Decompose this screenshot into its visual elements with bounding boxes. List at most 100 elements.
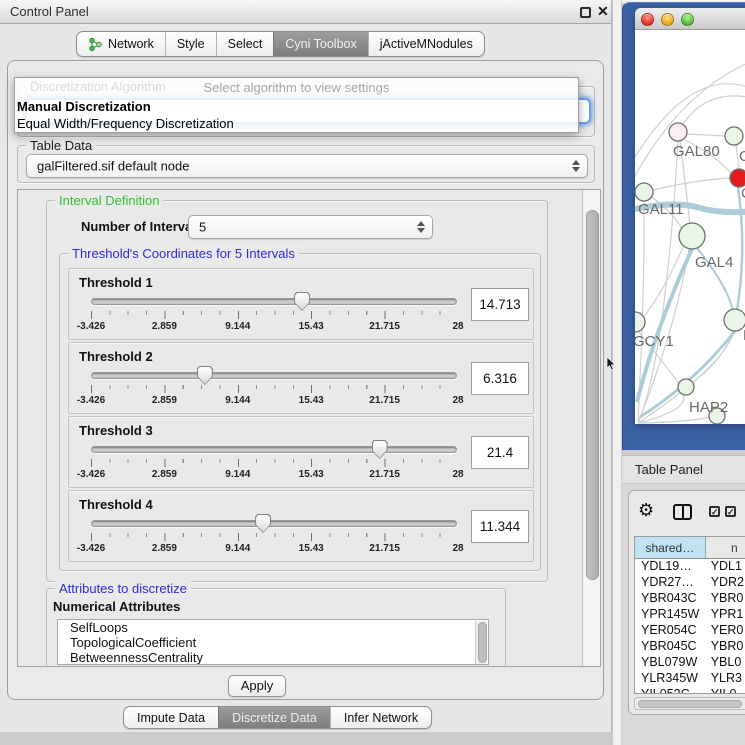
table-row[interactable]: YDL19…YDL1	[635, 559, 745, 575]
cell: YBL079W	[635, 655, 706, 671]
control-panel-titlebar: Control Panel ✕	[0, 0, 611, 24]
list-item-betweennesscentrality[interactable]: BetweennessCentrality	[58, 650, 488, 665]
algorithm-item-manual-discretization[interactable]: Manual Discretization	[17, 98, 576, 116]
node-label-gal11: GAL11	[638, 201, 684, 218]
attributes-list-scrollbar[interactable]	[475, 621, 487, 665]
panel-splitter[interactable]	[612, 0, 622, 745]
threshold-4-value-field[interactable]: 11.344	[471, 510, 529, 543]
threshold-3-value-field[interactable]: 21.4	[471, 436, 529, 469]
checkbox-icon[interactable]: ✓	[725, 506, 736, 517]
list-item-selfloops[interactable]: SelfLoops	[58, 620, 488, 635]
node-hap2[interactable]	[678, 379, 694, 395]
split-columns-icon[interactable]	[673, 504, 692, 520]
close-traffic-light[interactable]	[641, 13, 654, 26]
table-data-combobox[interactable]: galFiltered.sif default node	[26, 154, 588, 178]
threshold-1-value-field[interactable]: 14.713	[471, 288, 529, 321]
node-g[interactable]	[725, 127, 743, 145]
table-data-selected-value: galFiltered.sif default node	[37, 159, 189, 174]
list-item-topologicalcoefficient[interactable]: TopologicalCoefficient	[58, 635, 488, 650]
tab-jactivemnodules[interactable]: jActiveMNodules	[368, 32, 484, 56]
node-label-g: G	[739, 148, 745, 165]
threshold-4-slider-thumb[interactable]	[255, 514, 271, 533]
node-gcy1[interactable]	[635, 312, 645, 332]
tab-cyni-toolbox-label: Cyni Toolbox	[285, 37, 356, 51]
threshold-1-slider-track[interactable]	[91, 298, 457, 305]
tab-discretize-data-label: Discretize Data	[232, 711, 317, 725]
threshold-1-panel: Threshold 1 -3.426 2.859 9.144 15.43 21.…	[68, 268, 534, 340]
algorithm-item-equal-width-frequency[interactable]: Equal Width/Frequency Discretization	[17, 115, 576, 133]
settings-vertical-scrollbar-thumb[interactable]	[586, 210, 599, 580]
tab-cyni-toolbox[interactable]: Cyni Toolbox	[273, 32, 367, 56]
threshold-1-slider-thumb[interactable]	[294, 292, 310, 311]
thresholds-coordinates-group-title: Threshold's Coordinates for 5 Intervals	[68, 246, 299, 261]
column-header-name[interactable]: n	[706, 537, 745, 558]
cell: YDL1	[706, 559, 745, 575]
tab-impute-data[interactable]: Impute Data	[124, 707, 218, 728]
table-row[interactable]: YBL079WYBL0	[635, 655, 745, 671]
slider-major-ticks	[91, 385, 458, 393]
table-horizontal-scrollbar-thumb[interactable]	[638, 700, 742, 708]
column-header-shared-name[interactable]: shared…	[635, 537, 706, 558]
cell: YLR345W	[635, 671, 706, 687]
node-label-c: C	[741, 185, 745, 202]
node-gal4[interactable]	[679, 223, 705, 249]
threshold-2-slider-thumb[interactable]	[197, 366, 213, 385]
slider-major-ticks	[91, 311, 458, 319]
table-row[interactable]: YIL052CYIL0	[635, 687, 745, 694]
node-gal80[interactable]	[669, 123, 687, 141]
threshold-2-slider-track[interactable]	[91, 372, 457, 379]
tab-infer-network[interactable]: Infer Network	[330, 707, 431, 728]
cell: YIL0	[706, 687, 745, 694]
attributes-list-scrollbar-thumb[interactable]	[478, 622, 487, 663]
threshold-3-slider-track[interactable]	[91, 446, 457, 453]
table-row[interactable]: YER054CYER0	[635, 623, 745, 639]
network-view-window: GAL80 G GAL11 C GAL4 GCY1 H HAP2	[635, 8, 745, 424]
tab-jactivemnodules-label: jActiveMNodules	[380, 37, 473, 51]
algorithm-placeholder-item[interactable]: Select algorithm to view settings	[17, 79, 576, 97]
cyni-toolbox-panel: Discretization Algorithm Table Data galF…	[7, 60, 604, 700]
window-title: Control Panel	[10, 4, 89, 19]
zoom-traffic-light[interactable]	[681, 13, 694, 26]
minimize-traffic-light[interactable]	[661, 13, 674, 26]
scale-tick-label: 2.859	[152, 543, 177, 554]
slider-scale-labels: -3.426 2.859 9.144 15.43 21.715 28	[91, 321, 458, 334]
float-window-icon[interactable]	[580, 7, 591, 18]
node-gal11[interactable]	[635, 183, 653, 201]
tab-select-label: Select	[228, 37, 263, 51]
number-of-intervals-combobox[interactable]: 5	[188, 215, 433, 239]
number-of-intervals-label: Number of Intervals	[81, 219, 203, 234]
threshold-3-slider-thumb[interactable]	[372, 440, 388, 459]
table-row[interactable]: YBR043CYBR0	[635, 591, 745, 607]
tab-style[interactable]: Style	[165, 32, 216, 56]
cell: YBL0	[706, 655, 745, 671]
network-canvas[interactable]: GAL80 G GAL11 C GAL4 GCY1 H HAP2	[635, 30, 745, 424]
scale-tick-label: 2.859	[152, 395, 177, 406]
scale-tick-label: 21.715	[369, 395, 400, 406]
checkbox-icon[interactable]: ✓	[709, 506, 720, 517]
gear-icon[interactable]: ⚙	[638, 501, 654, 519]
numerical-attributes-label: Numerical Attributes	[53, 599, 180, 614]
table-row[interactable]: YBR045CYBR0	[635, 639, 745, 655]
apply-button[interactable]: Apply	[228, 675, 286, 697]
tab-discretize-data[interactable]: Discretize Data	[218, 707, 330, 728]
network-icon	[88, 37, 103, 52]
network-graph: GAL80 G GAL11 C GAL4 GCY1 H HAP2	[635, 30, 745, 424]
tab-select[interactable]: Select	[216, 32, 274, 56]
threshold-2-label: Threshold 2	[79, 349, 153, 364]
node-label-hap2: HAP2	[689, 399, 728, 416]
settings-scroll-pane: Interval Definition Number of Intervals …	[17, 189, 601, 667]
table-panel-title: Table Panel	[635, 462, 703, 477]
close-icon[interactable]: ✕	[597, 3, 609, 20]
table-horizontal-scrollbar[interactable]	[634, 697, 745, 710]
table-row[interactable]: YLR345WYLR3	[635, 671, 745, 687]
scale-tick-label: 2.859	[152, 321, 177, 332]
threshold-4-slider-track[interactable]	[91, 520, 457, 527]
settings-vertical-scrollbar[interactable]	[582, 190, 601, 666]
threshold-2-value-field[interactable]: 6.316	[471, 362, 529, 395]
table-panel-body: ⚙ ✓ ✓ shared… n YDL19…YDL1 YDR27…YDR2 YB…	[628, 490, 745, 715]
node-h[interactable]	[724, 309, 745, 331]
scale-tick-label: 9.144	[225, 543, 250, 554]
tab-network[interactable]: Network	[77, 32, 165, 56]
table-row[interactable]: YPR145WYPR1	[635, 607, 745, 623]
table-row[interactable]: YDR27…YDR2	[635, 575, 745, 591]
